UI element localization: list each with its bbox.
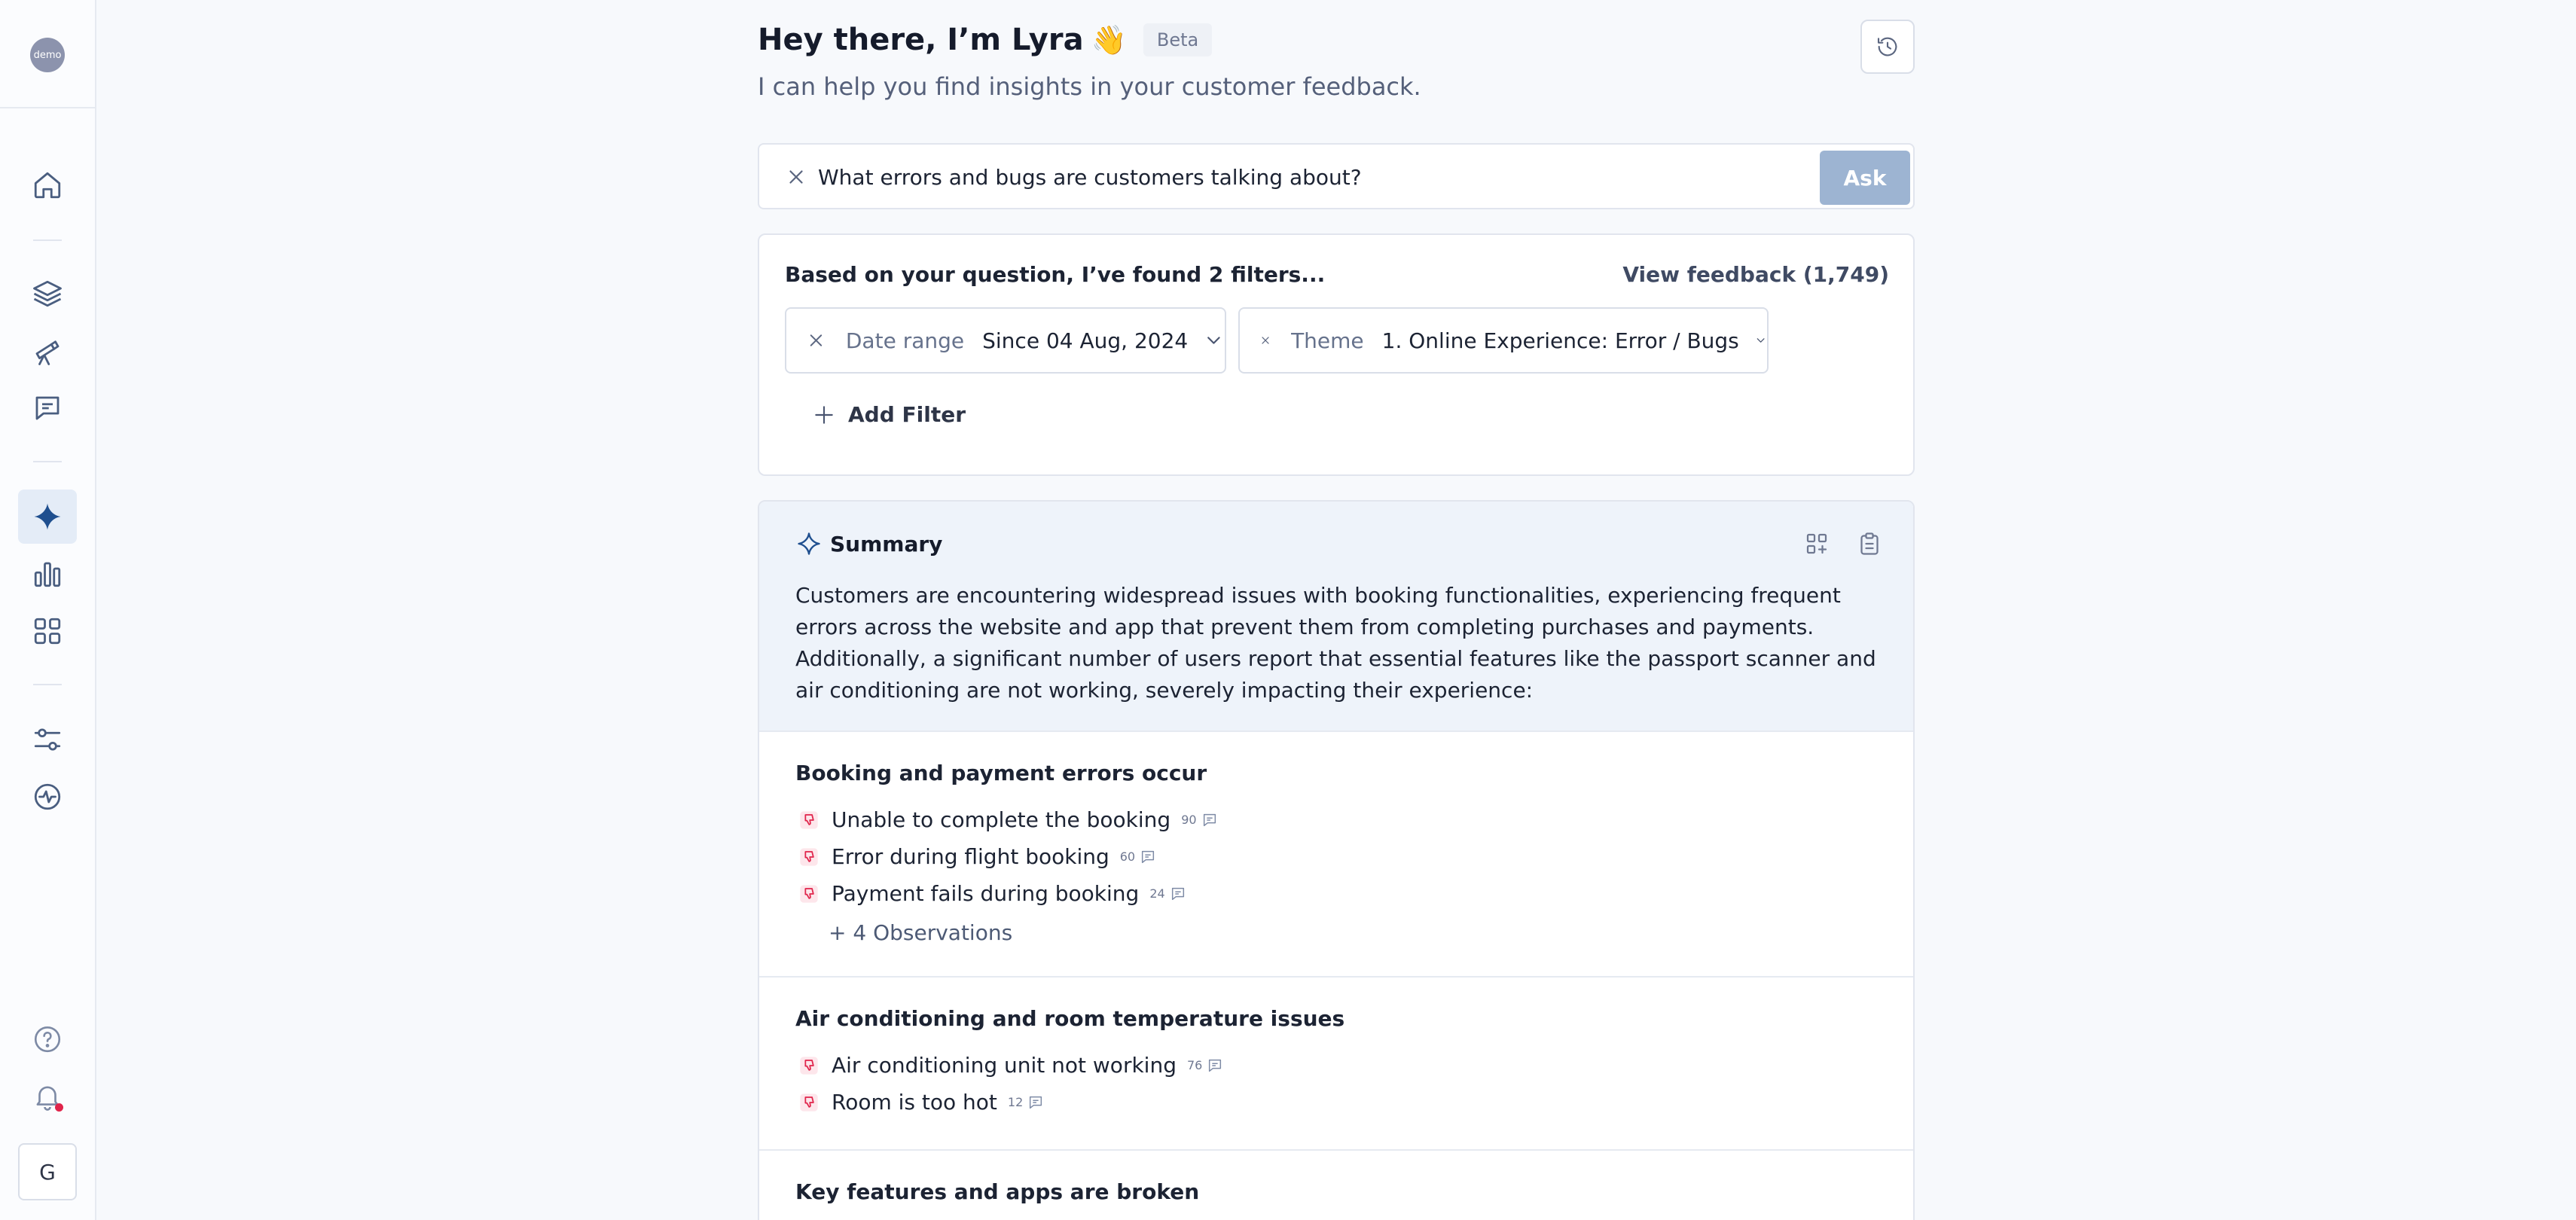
chevron-down-icon xyxy=(1757,338,1765,343)
sidebar-item-help[interactable] xyxy=(18,1012,77,1066)
page-title-row: Hey there, I’m Lyra 👋 Beta xyxy=(758,23,1213,57)
theme-filter[interactable]: Theme 1. Online Experience: Error / Bugs xyxy=(1238,307,1769,374)
user-avatar[interactable]: G xyxy=(18,1143,77,1200)
summary-title: Summary xyxy=(830,531,943,557)
remove-filter-icon[interactable] xyxy=(806,330,826,351)
sidebar-item-settings[interactable] xyxy=(18,712,77,767)
summary-section: Booking and payment errors occur Unable … xyxy=(759,730,1913,976)
beta-badge: Beta xyxy=(1143,23,1213,56)
ask-button[interactable]: Ask xyxy=(1820,151,1910,205)
history-button[interactable] xyxy=(1860,20,1915,74)
observation-label: Room is too hot xyxy=(832,1090,997,1115)
observation-count: 24 xyxy=(1149,886,1165,901)
plus-icon xyxy=(815,405,833,424)
filter-value: 1. Online Experience: Error / Bugs xyxy=(1381,328,1739,353)
thumbs-down-icon xyxy=(800,810,818,829)
view-feedback-link[interactable]: View feedback (1,749) xyxy=(1622,262,1889,287)
thumbs-down-icon xyxy=(800,1093,818,1112)
observation-label: Error during flight booking xyxy=(832,844,1109,869)
observation-label: Payment fails during booking xyxy=(832,881,1140,906)
sidebar-item-layers[interactable] xyxy=(18,267,77,321)
sidebar-item-discover[interactable] xyxy=(18,324,77,378)
add-to-board-icon[interactable] xyxy=(1803,530,1830,557)
observation-item[interactable]: Error during flight booking 60 xyxy=(798,844,1156,869)
more-observations-link[interactable]: + 4 Observations xyxy=(829,920,1012,945)
sparkle-outline-icon xyxy=(798,532,820,555)
filter-label: Theme xyxy=(1291,328,1364,353)
grid-icon xyxy=(34,618,61,645)
sidebar-separator xyxy=(33,684,62,685)
comment-icon xyxy=(1203,813,1216,826)
sliders-icon xyxy=(34,728,61,751)
observation-label: Unable to complete the booking xyxy=(832,807,1171,832)
wave-emoji: 👋 xyxy=(1091,23,1127,56)
filter-label: Date range xyxy=(845,328,965,353)
question-box: Ask xyxy=(758,143,1915,209)
remove-filter-icon[interactable] xyxy=(1259,330,1271,351)
summary-title-row: Summary xyxy=(795,530,942,557)
thumbs-down-icon xyxy=(800,1056,818,1075)
home-icon xyxy=(34,172,61,199)
summary-section: Key features and apps are broken xyxy=(759,1149,1913,1220)
summary-header: Summary Customers are encountering wides… xyxy=(759,502,1913,730)
sidebar-separator xyxy=(33,239,62,241)
sidebar-item-lyra[interactable] xyxy=(18,490,77,544)
observation-count: 76 xyxy=(1186,1058,1203,1072)
observation-count: 60 xyxy=(1119,849,1136,864)
help-icon xyxy=(34,1026,61,1053)
comment-icon xyxy=(1142,850,1155,863)
bar-chart-icon xyxy=(34,562,61,587)
thumbs-down-icon xyxy=(800,847,818,866)
filters-card: Based on your question, I’ve found 2 fil… xyxy=(758,233,1915,476)
workspace-logo[interactable]: demo xyxy=(30,38,65,72)
comment-icon xyxy=(1030,1096,1042,1109)
question-input[interactable] xyxy=(818,157,1797,197)
message-icon xyxy=(35,396,60,420)
sparkle-icon xyxy=(34,503,61,530)
comment-icon xyxy=(1171,887,1184,900)
add-filter-label: Add Filter xyxy=(848,402,966,427)
filters-heading: Based on your question, I’ve found 2 fil… xyxy=(785,262,1326,287)
pulse-icon xyxy=(34,783,61,810)
page-subtitle: I can help you find insights in your cus… xyxy=(758,72,1421,101)
chevron-down-icon xyxy=(1207,337,1220,344)
clear-question-icon[interactable] xyxy=(785,166,807,188)
thumbs-down-icon xyxy=(800,884,818,903)
observation-count: 90 xyxy=(1181,813,1197,827)
summary-card: Summary Customers are encountering wides… xyxy=(758,500,1915,1220)
sidebar-item-analytics[interactable] xyxy=(18,547,77,601)
summary-section: Air conditioning and room temperature is… xyxy=(759,976,1913,1149)
sidebar-divider xyxy=(0,107,95,108)
observation-item[interactable]: Unable to complete the booking 90 xyxy=(798,807,1218,832)
sidebar-separator xyxy=(33,461,62,462)
observation-item[interactable]: Room is too hot 12 xyxy=(798,1090,1044,1115)
observation-label: Air conditioning unit not working xyxy=(832,1053,1177,1078)
filter-value: Since 04 Aug, 2024 xyxy=(982,328,1189,353)
layers-icon xyxy=(33,280,62,307)
sidebar: demo G xyxy=(0,0,96,1220)
sidebar-item-home[interactable] xyxy=(18,158,77,212)
telescope-icon xyxy=(35,340,60,365)
section-title: Booking and payment errors occur xyxy=(795,761,1207,785)
section-title: Air conditioning and room temperature is… xyxy=(795,1006,1345,1031)
add-filter-button[interactable]: Add Filter xyxy=(812,402,966,427)
clipboard-icon[interactable] xyxy=(1856,530,1883,557)
page-title: Hey there, I’m Lyra xyxy=(758,23,1084,57)
observation-count: 12 xyxy=(1007,1095,1024,1109)
comment-icon xyxy=(1209,1059,1222,1072)
section-title: Key features and apps are broken xyxy=(795,1179,1200,1204)
observation-item[interactable]: Air conditioning unit not working 76 xyxy=(798,1053,1223,1078)
notification-dot xyxy=(55,1103,63,1112)
sidebar-item-dashboards[interactable] xyxy=(18,604,77,658)
history-icon xyxy=(1877,37,1897,56)
observation-item[interactable]: Payment fails during booking 24 xyxy=(798,881,1186,906)
date-range-filter[interactable]: Date range Since 04 Aug, 2024 xyxy=(785,307,1226,374)
sidebar-item-notifications[interactable] xyxy=(18,1069,77,1124)
sidebar-item-activity[interactable] xyxy=(18,770,77,824)
summary-text: Customers are encountering widespread is… xyxy=(795,583,1876,703)
sidebar-item-feedback[interactable] xyxy=(18,381,77,435)
